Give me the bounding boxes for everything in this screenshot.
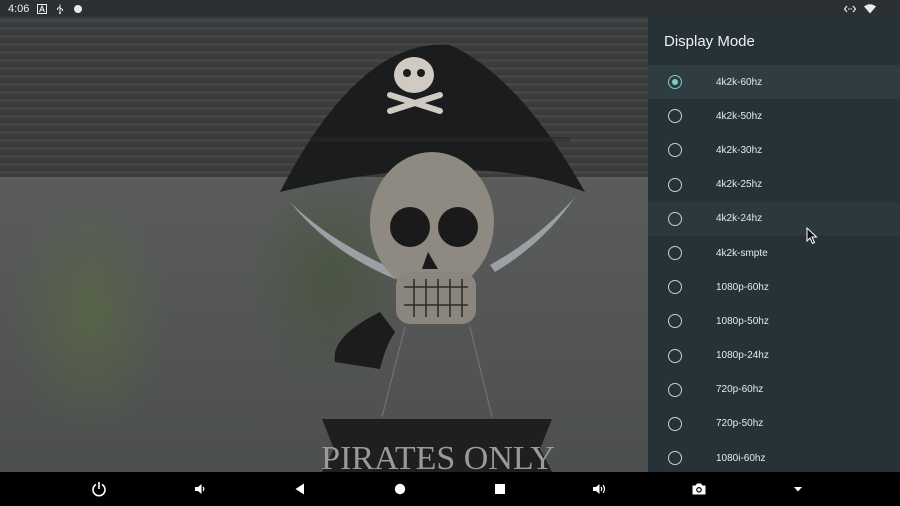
font-a-icon [37,3,48,14]
sign-text: PIRATES ONLY [321,440,555,472]
home-button[interactable] [390,479,410,499]
navigation-bar [0,472,900,506]
radio-unchecked-icon[interactable] [668,451,682,466]
mouse-pointer-icon [806,227,818,245]
display-mode-option[interactable]: 1080i-60hz [648,441,900,472]
dropdown-button[interactable] [788,479,808,499]
display-mode-option[interactable]: 720p-50hz [648,407,900,441]
screenshot-icon [692,483,706,495]
radio-unchecked-icon[interactable] [668,177,682,192]
radio-checked-icon[interactable] [668,75,682,90]
display-mode-label: 1080i-60hz [716,452,766,464]
display-mode-option[interactable]: 4k2k-smpte [648,236,900,270]
display-mode-label: 1080p-50hz [716,315,769,327]
display-mode-label: 1080p-24hz [716,350,769,362]
recents-icon [495,484,505,494]
volume-down-icon [195,484,205,494]
display-mode-label: 720p-60hz [716,384,764,396]
display-mode-option[interactable]: 1080p-24hz [648,339,900,373]
radio-unchecked-icon[interactable] [668,348,682,363]
display-mode-label: 4k2k-smpte [716,247,768,259]
status-time: 4:06 [8,2,30,15]
radio-unchecked-icon[interactable] [668,280,682,295]
pirate-illustration: PIRATES ONLY [280,44,585,472]
radio-unchecked-icon[interactable] [668,314,682,329]
radio-unchecked-icon[interactable] [668,416,682,431]
recents-button[interactable] [490,479,510,499]
volume-down-button[interactable] [190,479,210,499]
display-mode-label: 1080p-60hz [716,281,769,293]
display-mode-option[interactable]: 1080p-60hz [648,270,900,304]
display-mode-option[interactable]: 4k2k-30hz [648,133,900,167]
ethernet-icon [844,5,856,12]
screenshot-button[interactable] [689,479,709,499]
mode-list: 4k2k-60hz 4k2k-50hz 4k2k-30hz 4k2k-25hz 4k2k… [648,65,900,472]
status-bar: 4:06 [0,0,900,17]
home-icon [394,483,406,495]
wifi-icon [864,3,876,13]
radio-unchecked-icon[interactable] [668,211,682,226]
screen: 4:06 PIRATES ONLY Display Mode 4k2k-60hz… [0,0,900,506]
panel-title: Display Mode [664,32,755,50]
display-mode-label: 4k2k-25hz [716,179,763,191]
power-button[interactable] [89,479,109,499]
display-mode-option[interactable]: 4k2k-50hz [648,99,900,133]
radio-unchecked-icon[interactable] [668,143,682,158]
usb-icon [57,4,64,14]
display-mode-label: 4k2k-24hz [716,213,763,225]
power-icon [92,482,106,497]
radio-unchecked-icon[interactable] [668,382,682,397]
dropdown-icon [794,487,802,492]
pirate-skull-image: PIRATES ONLY [0,17,648,472]
back-button[interactable] [290,479,310,499]
volume-up-button[interactable] [589,479,609,499]
display-mode-option[interactable]: 4k2k-24hz [648,201,900,236]
display-mode-option[interactable]: 720p-60hz [648,373,900,407]
circle-app-icon [74,4,83,13]
display-mode-label: 4k2k-60hz [716,76,763,88]
display-mode-label: 4k2k-30hz [716,144,763,156]
radio-unchecked-icon[interactable] [668,109,682,124]
display-mode-label: 720p-50hz [716,418,764,430]
radio-unchecked-icon[interactable] [668,246,682,261]
back-icon [295,483,304,495]
display-mode-option[interactable]: 1080p-50hz [648,304,900,338]
display-mode-label: 4k2k-50hz [716,110,763,122]
volume-up-icon [593,484,606,494]
display-mode-option[interactable]: 4k2k-60hz [648,65,900,100]
display-mode-panel: Display Mode 4k2k-60hz 4k2k-50hz 4k2k-30hz… [648,17,900,472]
display-mode-option[interactable]: 4k2k-25hz [648,168,900,202]
